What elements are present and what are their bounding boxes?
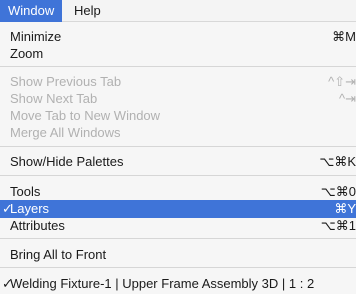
- menu-item-label: Merge All Windows: [10, 125, 121, 140]
- menu-item-label: Minimize: [10, 29, 62, 44]
- menu-item-label: Zoom: [10, 46, 44, 61]
- menu-item-layers[interactable]: ✓ Layers ⌘Y: [0, 200, 356, 218]
- menu-item-shortcut: ⌘Y: [334, 201, 356, 216]
- menubar-item-help[interactable]: Help: [66, 0, 109, 22]
- menu-item-label: Tools: [10, 184, 41, 199]
- menu-item-shortcut: ⌥⌘0: [320, 184, 356, 199]
- menu-separator: [0, 66, 356, 67]
- menu-item-label: Show Next Tab: [10, 91, 98, 106]
- menu-item-attributes[interactable]: Attributes ⌥⌘1: [0, 217, 356, 235]
- menu-item-show-previous-tab: Show Previous Tab ^⇧⇥: [0, 73, 356, 91]
- menu-item-label: Bring All to Front: [10, 247, 107, 262]
- menu-item-shortcut: ⌥⌘1: [320, 218, 356, 233]
- menu-item-shortcut: ⌥⌘K: [319, 154, 356, 169]
- menu-item-zoom[interactable]: Zoom: [0, 45, 356, 63]
- menu-item-tools[interactable]: Tools ⌥⌘0: [0, 183, 356, 201]
- menu-item-shortcut: ^⇧⇥: [328, 74, 356, 89]
- menu-item-shortcut: ⌘M: [332, 29, 356, 44]
- menu-separator: [0, 267, 356, 268]
- menu-item-show-hide-palettes[interactable]: Show/Hide Palettes ⌥⌘K: [0, 153, 356, 171]
- menu-item-label: Welding Fixture-1 | Upper Frame Assembly…: [10, 276, 315, 291]
- menu-item-merge-all-windows: Merge All Windows: [0, 124, 356, 142]
- menu-item-shortcut: ^⇥: [339, 91, 356, 106]
- menu-item-window-welding-fixture[interactable]: ✓ Welding Fixture-1 | Upper Frame Assemb…: [0, 275, 356, 293]
- menu-item-label: Move Tab to New Window: [10, 108, 161, 123]
- menu-item-label: Show Previous Tab: [10, 74, 122, 89]
- menu-separator: [0, 146, 356, 147]
- menu-separator: [0, 175, 356, 176]
- menubar-item-window[interactable]: Window: [0, 0, 63, 22]
- menu-item-show-next-tab: Show Next Tab ^⇥: [0, 90, 356, 108]
- menubar: Window Help: [0, 0, 356, 22]
- menu-item-label: Show/Hide Palettes: [10, 154, 124, 169]
- menu-item-label: Attributes: [10, 218, 65, 233]
- menu-separator: [0, 238, 356, 239]
- window-menu-dropdown: Minimize ⌘M Zoom Show Previous Tab ^⇧⇥ S…: [0, 22, 356, 294]
- menu-item-bring-all-to-front[interactable]: Bring All to Front: [0, 246, 356, 264]
- menu-item-move-tab-to-new-window: Move Tab to New Window: [0, 107, 356, 125]
- menu-item-minimize[interactable]: Minimize ⌘M: [0, 28, 356, 46]
- menu-item-label: Layers: [10, 201, 50, 216]
